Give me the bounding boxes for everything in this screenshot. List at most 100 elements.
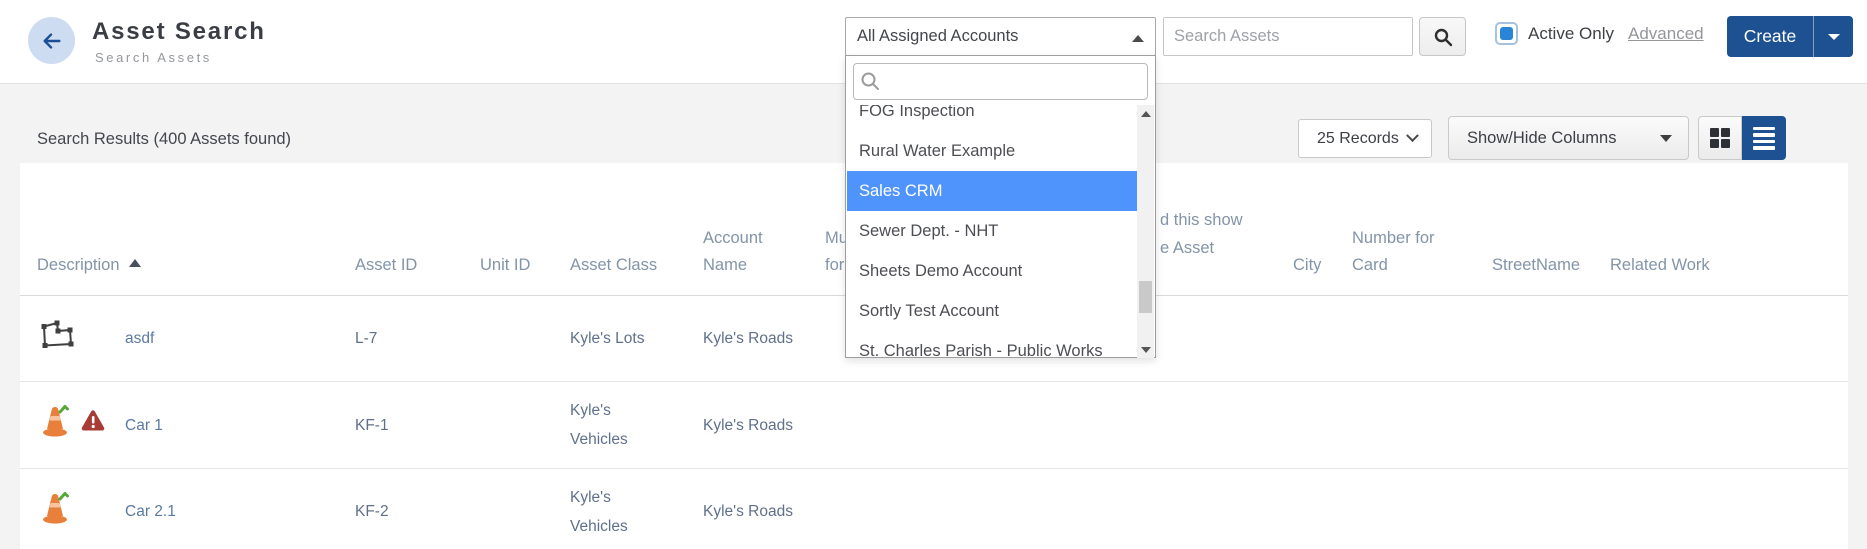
column-header-description[interactable]: Description [20, 163, 355, 295]
dropdown-search [853, 63, 1148, 100]
account-filter-value: All Assigned Accounts [857, 27, 1018, 46]
grid-view-button[interactable] [1698, 116, 1742, 160]
magnifier-icon [860, 71, 880, 91]
traffic-cone-icon [42, 403, 72, 447]
list-view-icon [1753, 127, 1775, 150]
active-only-checkbox[interactable] [1495, 22, 1518, 45]
chevron-down-icon [1660, 135, 1672, 142]
column-header-asset-class[interactable]: Asset Class [570, 163, 703, 295]
records-per-page-select[interactable]: 25 Records [1298, 119, 1432, 158]
show-hide-columns-label: Show/Hide Columns [1467, 129, 1616, 148]
grid-view-icon [1710, 128, 1730, 148]
asset-search-page: Asset Search Search Assets All Assigned … [0, 0, 1867, 549]
column-header-unit-id[interactable]: Unit ID [480, 163, 570, 295]
account-option[interactable]: FOG Inspection [847, 105, 1138, 131]
asset-class-cell: Kyle's Vehicles [570, 469, 703, 549]
street-name-cell [1492, 296, 1610, 381]
account-filter-dropdown-panel: FOG Inspection Rural Water Example Sales… [845, 55, 1156, 358]
obscured-cell [1160, 382, 1293, 468]
account-option[interactable]: Rural Water Example [847, 131, 1138, 171]
obscured-cell [825, 382, 1160, 468]
account-name-cell: Kyle's Roads [703, 469, 825, 549]
obscured-cell [1160, 296, 1293, 381]
column-header-asset-id[interactable]: Asset ID [355, 163, 480, 295]
account-option[interactable]: Sewer Dept. - NHT [847, 211, 1138, 251]
asset-description-link[interactable]: Car 1 [125, 411, 163, 440]
triangle-down-icon [1141, 347, 1151, 353]
street-name-cell [1492, 469, 1610, 549]
asset-id-cell: KF-2 [355, 469, 480, 549]
unit-id-cell [480, 469, 570, 549]
related-work-cell [1610, 296, 1848, 381]
obscured-header-fragment: e Asset [1160, 235, 1214, 262]
create-button[interactable]: Create [1727, 16, 1813, 57]
obscured-cell [1160, 469, 1293, 549]
active-only-control: Active Only [1495, 22, 1614, 45]
asset-description-link[interactable]: Car 2.1 [125, 497, 176, 526]
scrollbar-thumb[interactable] [1139, 281, 1152, 313]
create-dropdown-button[interactable] [1813, 16, 1853, 57]
account-options-list: FOG Inspection Rural Water Example Sales… [847, 105, 1138, 357]
table-row[interactable]: Car 2.1 KF-2 Kyle's Vehicles Kyle's Road… [20, 469, 1848, 549]
chevron-up-icon [1132, 35, 1144, 42]
asset-class-cell: Kyle's Lots [570, 296, 703, 381]
search-button[interactable] [1419, 17, 1466, 56]
account-name-cell: Kyle's Roads [703, 296, 825, 381]
account-option[interactable]: Sortly Test Account [847, 291, 1138, 331]
results-summary: Search Results (400 Assets found) [37, 130, 291, 149]
city-cell [1293, 382, 1352, 468]
account-option[interactable]: Sales CRM [847, 171, 1138, 211]
back-button[interactable] [28, 17, 75, 64]
scroll-up-button[interactable] [1137, 105, 1154, 122]
account-name-cell: Kyle's Roads [703, 382, 825, 468]
asset-description-link[interactable]: asdf [125, 324, 154, 353]
advanced-link[interactable]: Advanced [1628, 24, 1704, 44]
page-subtitle: Search Assets [95, 50, 212, 65]
description-cell: Car 1 [20, 382, 355, 468]
arrow-left-icon [41, 30, 63, 52]
column-header-related-work[interactable]: Related Work [1610, 163, 1848, 295]
obscured-header-fragment: d this show [1160, 207, 1243, 234]
city-cell [1293, 296, 1352, 381]
create-button-group: Create [1727, 16, 1853, 57]
city-cell [1293, 469, 1352, 549]
related-work-cell [1610, 382, 1848, 468]
show-hide-columns-button[interactable]: Show/Hide Columns [1448, 116, 1689, 160]
column-header-city[interactable]: City [1293, 163, 1352, 295]
account-filter-select[interactable]: All Assigned Accounts [845, 17, 1156, 56]
unit-id-cell [480, 296, 570, 381]
column-header-account-name[interactable]: Account Name [703, 163, 825, 295]
column-header-obscured-right[interactable]: d this show e Asset [1160, 163, 1293, 295]
polygon-lot-icon [37, 317, 79, 360]
chevron-down-icon [1406, 129, 1419, 142]
magnifier-icon [1433, 27, 1453, 47]
column-header-number-for-card[interactable]: Number for Card [1352, 163, 1492, 295]
sort-ascending-icon [129, 259, 141, 267]
scroll-down-button[interactable] [1137, 341, 1154, 358]
asset-search-input[interactable] [1163, 17, 1413, 56]
list-view-button[interactable] [1742, 116, 1786, 160]
description-cell: Car 2.1 [20, 469, 355, 549]
number-for-card-cell [1352, 296, 1492, 381]
records-select-value: 25 Records [1317, 130, 1399, 148]
asset-id-cell: KF-1 [355, 382, 480, 468]
account-option[interactable]: St. Charles Parish - Public Works [847, 331, 1138, 357]
chevron-down-icon [1828, 34, 1840, 40]
asset-class-cell: Kyle's Vehicles [570, 382, 703, 468]
active-only-label: Active Only [1528, 24, 1614, 44]
traffic-cone-icon [42, 490, 72, 534]
unit-id-cell [480, 382, 570, 468]
description-cell: asdf [20, 296, 355, 381]
dropdown-search-input[interactable] [853, 63, 1148, 100]
dropdown-scrollbar [1137, 105, 1154, 358]
page-title: Asset Search [92, 18, 266, 46]
number-for-card-cell [1352, 382, 1492, 468]
checkbox-checked-mark [1500, 27, 1513, 40]
asset-id-cell: L-7 [355, 296, 480, 381]
street-name-cell [1492, 382, 1610, 468]
triangle-up-icon [1141, 111, 1151, 117]
table-row[interactable]: Car 1 KF-1 Kyle's Vehicles Kyle's Roads [20, 382, 1848, 469]
column-header-street-name[interactable]: StreetName [1492, 163, 1610, 295]
warning-triangle-icon [81, 410, 105, 441]
account-option[interactable]: Sheets Demo Account [847, 251, 1138, 291]
